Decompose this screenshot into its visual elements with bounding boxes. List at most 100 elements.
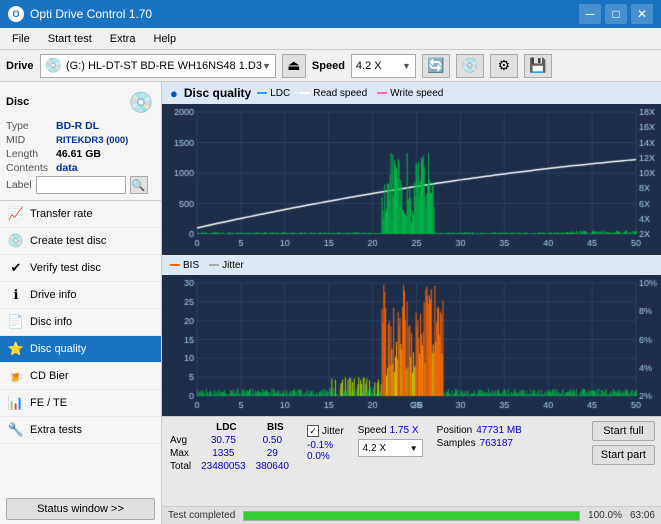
nav-transfer-rate[interactable]: 📈 Transfer rate — [0, 201, 161, 228]
nav-fe-te[interactable]: 📊 FE / TE — [0, 390, 161, 417]
disc-label-row: Label 🔍 — [6, 176, 155, 194]
jitter-label: Jitter — [322, 426, 344, 437]
disc-label-input[interactable] — [36, 176, 126, 194]
nav-disc-info-label: Disc info — [30, 316, 72, 328]
create-test-disc-icon: 💿 — [8, 233, 24, 249]
max-ldc: 1335 — [199, 447, 254, 460]
legend-bis-label: BIS — [183, 260, 199, 271]
nav-verify-test-disc-label: Verify test disc — [30, 262, 101, 274]
minimize-button[interactable]: ─ — [579, 4, 601, 24]
speed-stat-dropdown-arrow: ▼ — [410, 444, 418, 453]
fe-te-icon: 📊 — [8, 395, 24, 411]
cd-bier-icon: 🍺 — [8, 368, 24, 384]
disc-mid-label: MID — [6, 134, 56, 146]
disc-label-icon-btn[interactable]: 🔍 — [130, 176, 148, 194]
avg-label: Avg — [168, 434, 199, 447]
eject-button[interactable]: ⏏ — [282, 54, 306, 78]
disc-info-section: Disc 💿 Type BD-R DL MID RITEKDR3 (000) L… — [0, 82, 161, 201]
chart-bottom — [162, 275, 661, 416]
disc-contents-value: data — [56, 162, 78, 174]
nav-drive-info[interactable]: ℹ Drive info — [0, 282, 161, 309]
disc-label-text: Label — [6, 179, 32, 191]
ldc-header: LDC — [199, 421, 254, 434]
disc-button[interactable]: 💿 — [456, 54, 484, 78]
drive-bar: Drive 💿 (G:) HL-DT-ST BD-RE WH16NS48 1.D… — [0, 50, 661, 82]
chart-top — [162, 104, 661, 255]
chart-legend: LDC Read speed Write speed — [257, 88, 443, 99]
max-bis: 29 — [254, 447, 297, 460]
jitter-max: 0.0% — [307, 451, 344, 462]
legend-read-speed-label: Read speed — [313, 88, 367, 99]
legend-bis: BIS — [170, 260, 199, 271]
progress-fill — [244, 512, 579, 520]
menu-bar: File Start test Extra Help — [0, 28, 661, 50]
speed-select[interactable]: 4.2 X ▼ — [351, 54, 416, 78]
drive-select[interactable]: 💿 (G:) HL-DT-ST BD-RE WH16NS48 1.D3 ▼ — [40, 54, 276, 78]
disc-quality-icon: ⭐ — [8, 341, 24, 357]
action-buttons: Start full Start part — [592, 421, 655, 465]
speed-dropdown-arrow: ▼ — [402, 61, 411, 71]
menu-extra[interactable]: Extra — [102, 31, 144, 47]
total-label: Total — [168, 460, 199, 473]
total-ldc: 23480053 — [199, 460, 254, 473]
save-button[interactable]: 💾 — [524, 54, 552, 78]
nav-verify-test-disc[interactable]: ✔ Verify test disc — [0, 255, 161, 282]
transfer-rate-icon: 📈 — [8, 206, 24, 222]
nav-extra-tests-label: Extra tests — [30, 424, 82, 436]
title-bar-left: O Opti Drive Control 1.70 — [8, 6, 152, 22]
disc-contents-row: Contents data — [6, 162, 155, 174]
disc-length-value: 46.61 GB — [56, 148, 101, 160]
settings-button[interactable]: ⚙ — [490, 54, 518, 78]
bis-color — [170, 264, 180, 266]
nav-extra-tests[interactable]: 🔧 Extra tests — [0, 417, 161, 444]
nav-disc-info[interactable]: 📄 Disc info — [0, 309, 161, 336]
menu-start-test[interactable]: Start test — [40, 31, 100, 47]
nav-disc-quality[interactable]: ⭐ Disc quality — [0, 336, 161, 363]
nav-cd-bier-label: CD Bier — [30, 370, 69, 382]
status-window-button[interactable]: Status window >> — [6, 498, 155, 520]
legend-jitter-label: Jitter — [222, 260, 244, 271]
nav-transfer-rate-label: Transfer rate — [30, 208, 93, 220]
progress-bar-container: Test completed 100.0% 63:06 — [162, 506, 661, 524]
nav-section: 📈 Transfer rate 💿 Create test disc ✔ Ver… — [0, 201, 161, 494]
total-bis: 380640 — [254, 460, 297, 473]
write-speed-color — [377, 92, 387, 94]
legend-jitter: Jitter — [209, 260, 244, 271]
start-full-button[interactable]: Start full — [592, 421, 655, 441]
menu-file[interactable]: File — [4, 31, 38, 47]
content-area: ● Disc quality LDC Read speed Write spee… — [162, 82, 661, 524]
sidebar: Disc 💿 Type BD-R DL MID RITEKDR3 (000) L… — [0, 82, 162, 524]
jitter-checkbox[interactable]: ✓ — [307, 425, 319, 437]
start-part-button[interactable]: Start part — [592, 445, 655, 465]
position-section: Position 47731 MB Samples 763187 — [433, 421, 526, 453]
maximize-button[interactable]: □ — [605, 4, 627, 24]
menu-help[interactable]: Help — [145, 31, 184, 47]
app-title: Opti Drive Control 1.70 — [30, 7, 152, 21]
disc-info-icon: 📄 — [8, 314, 24, 330]
title-bar: O Opti Drive Control 1.70 ─ □ ✕ — [0, 0, 661, 28]
nav-create-test-disc[interactable]: 💿 Create test disc — [0, 228, 161, 255]
speed-stat-dropdown[interactable]: 4.2 X ▼ — [358, 439, 423, 457]
speed-stat-value: 1.75 X — [390, 425, 419, 436]
nav-create-test-disc-label: Create test disc — [30, 235, 106, 247]
disc-length-row: Length 46.61 GB — [6, 148, 155, 160]
avg-bis: 0.50 — [254, 434, 297, 447]
nav-cd-bier[interactable]: 🍺 CD Bier — [0, 363, 161, 390]
speed-stat-dropdown-value: 4.2 X — [363, 443, 386, 454]
progress-time: 63:06 — [630, 510, 655, 521]
speed-stat-label: Speed — [358, 425, 387, 436]
samples-value: 763187 — [480, 438, 513, 449]
refresh-button[interactable]: 🔄 — [422, 54, 450, 78]
disc-mid-row: MID RITEKDR3 (000) — [6, 134, 155, 146]
nav-disc-quality-label: Disc quality — [30, 343, 86, 355]
title-bar-controls: ─ □ ✕ — [579, 4, 653, 24]
position-value: 47731 MB — [476, 425, 522, 436]
main-layout: Disc 💿 Type BD-R DL MID RITEKDR3 (000) L… — [0, 82, 661, 524]
disc-type-label: Type — [6, 120, 56, 132]
drive-dropdown-arrow: ▼ — [262, 61, 271, 71]
charts-split: BIS Jitter — [162, 104, 661, 416]
samples-label: Samples — [437, 438, 476, 449]
nav-fe-te-label: FE / TE — [30, 397, 67, 409]
disc-type-value: BD-R DL — [56, 120, 99, 132]
close-button[interactable]: ✕ — [631, 4, 653, 24]
